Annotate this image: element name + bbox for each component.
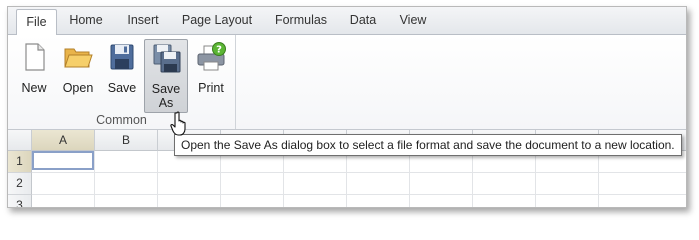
grid-line	[472, 151, 473, 207]
ribbon-group-common: New Open Save Save As ? Print Common	[8, 35, 236, 129]
ribbon-tab-strip: File Home Insert Page Layout Formulas Da…	[8, 7, 686, 36]
grid-line	[32, 194, 686, 195]
new-button-label: New	[21, 81, 47, 95]
hand-cursor-icon	[170, 111, 186, 136]
save-button[interactable]: Save	[102, 39, 142, 111]
column-header-b[interactable]: B	[95, 130, 158, 151]
tab-page-layout[interactable]: Page Layout	[178, 7, 256, 34]
ribbon-group-label: Common	[96, 113, 147, 127]
tab-formulas[interactable]: Formulas	[270, 7, 332, 34]
floppy-disk-icon	[110, 44, 134, 70]
tab-file[interactable]: File	[16, 9, 57, 36]
grid-line	[220, 151, 221, 207]
row-header-2[interactable]: 2	[8, 173, 32, 195]
printer-help-icon: ?	[197, 42, 226, 71]
new-button[interactable]: New	[14, 39, 54, 111]
save-as-label-line1: Save	[151, 82, 181, 96]
tab-view[interactable]: View	[393, 7, 433, 34]
tab-insert[interactable]: Insert	[120, 7, 166, 34]
ribbon-panel: New Open Save Save As ? Print Common	[8, 35, 686, 130]
save-as-icon	[153, 44, 181, 73]
print-button[interactable]: ? Print	[191, 39, 231, 111]
new-document-icon	[25, 43, 45, 71]
open-folder-icon	[64, 48, 93, 68]
save-button-label: Save	[107, 81, 137, 95]
grid-line	[157, 151, 158, 207]
column-header-a[interactable]: A	[32, 130, 95, 151]
row-header-3[interactable]: 3	[8, 195, 32, 207]
grid-line	[535, 151, 536, 207]
save-as-tooltip: Open the Save As dialog box to select a …	[174, 134, 682, 156]
svg-text:?: ?	[216, 45, 222, 56]
grid-line	[32, 172, 686, 173]
open-button[interactable]: Open	[57, 39, 99, 111]
row-header-1[interactable]: 1	[8, 151, 32, 173]
active-cell-a1[interactable]	[32, 151, 94, 170]
application-window: File Home Insert Page Layout Formulas Da…	[7, 6, 687, 208]
grid-line	[346, 151, 347, 207]
grid-line	[283, 151, 284, 207]
save-as-label-line2: As	[158, 96, 174, 110]
grid-line	[94, 151, 95, 207]
open-button-label: Open	[62, 81, 94, 95]
save-as-button-label: Save As	[145, 82, 187, 110]
print-button-label: Print	[198, 81, 224, 95]
select-all-corner[interactable]	[8, 130, 32, 151]
tab-home[interactable]: Home	[64, 7, 108, 34]
tab-data[interactable]: Data	[343, 7, 383, 34]
grid-line	[598, 151, 599, 207]
save-as-button[interactable]: Save As	[144, 39, 188, 113]
grid-line	[409, 151, 410, 207]
